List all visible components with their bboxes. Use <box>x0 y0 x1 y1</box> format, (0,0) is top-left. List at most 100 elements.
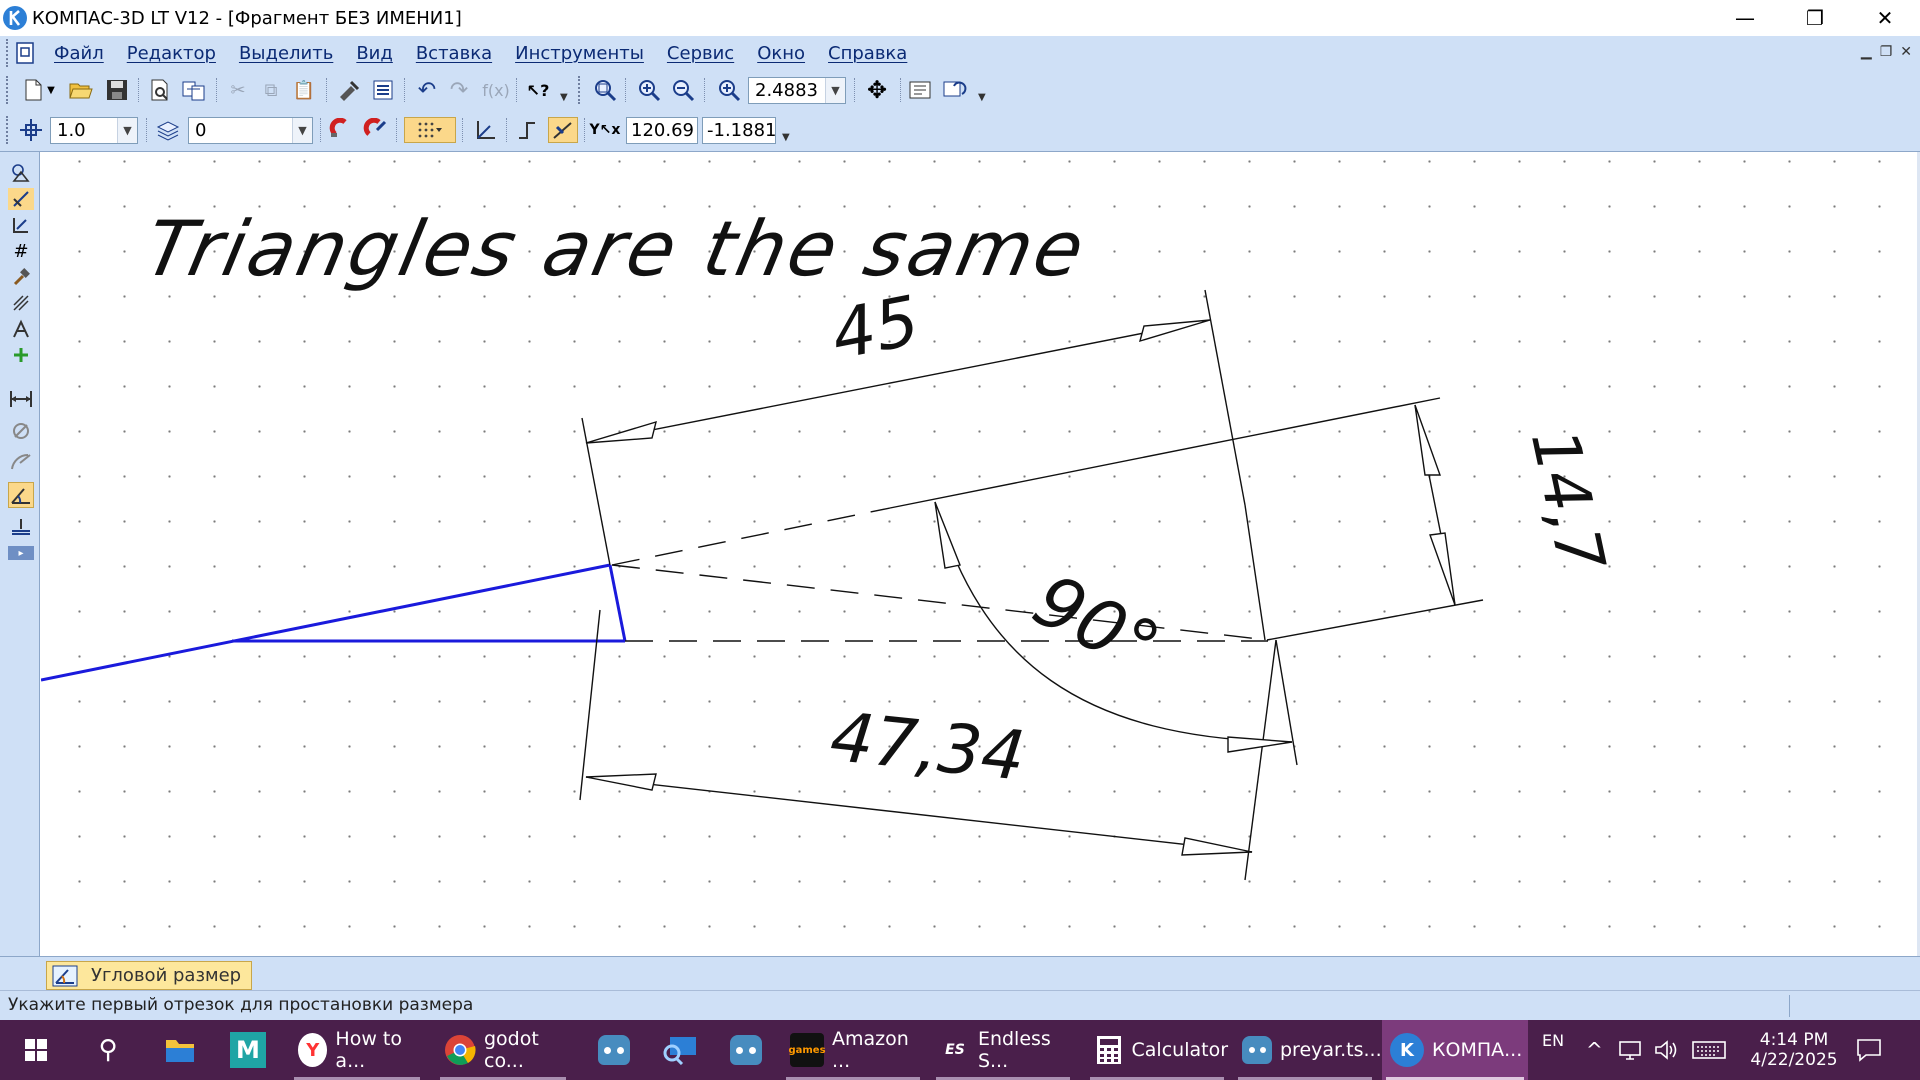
search-icon[interactable]: ⚲ <box>88 1020 128 1080</box>
local-cs-icon[interactable] <box>472 117 498 143</box>
local-snap-icon[interactable] <box>362 117 388 143</box>
linear-dimension-icon[interactable] <box>8 388 34 410</box>
construction-lines <box>41 563 627 682</box>
new-document-icon[interactable] <box>20 77 46 103</box>
taskbar-app-calculator[interactable]: Calculator <box>1086 1020 1228 1080</box>
height-dimension-icon[interactable] <box>8 516 34 538</box>
zoom-scale-icon[interactable] <box>716 77 742 103</box>
maya-icon[interactable]: M <box>226 1020 270 1080</box>
refresh-view-icon[interactable] <box>908 77 934 103</box>
radial-dimension-icon[interactable] <box>8 450 34 472</box>
grid-hash-icon[interactable]: # <box>8 240 34 262</box>
godot-icon[interactable] <box>726 1020 766 1080</box>
menubar-grip[interactable] <box>6 39 10 67</box>
close-button[interactable]: ✕ <box>1850 0 1920 36</box>
taskbar-app-amazon[interactable]: games Amazon ... <box>782 1020 924 1080</box>
minimize-button[interactable]: — <box>1710 0 1780 36</box>
menu-service[interactable]: Сервис <box>667 43 734 64</box>
zoom-out-icon[interactable] <box>670 77 696 103</box>
snap-magnet-icon[interactable] <box>328 117 354 143</box>
taskbar-app-endless-sky[interactable]: ES Endless S... <box>932 1020 1074 1080</box>
network-icon[interactable] <box>1618 1020 1644 1080</box>
menu-insert[interactable]: Вставка <box>416 43 492 64</box>
toolbar-grip[interactable] <box>6 116 10 144</box>
doc-minimize-icon[interactable]: ▁ <box>1861 44 1872 60</box>
taskbar-app-chrome[interactable]: godot co... <box>436 1020 570 1080</box>
document-icon[interactable] <box>14 41 38 65</box>
edit-tools-icon[interactable] <box>8 188 34 210</box>
toolbar-overflow-icon[interactable]: ▼ <box>978 92 986 103</box>
doc-close-icon[interactable]: ✕ <box>1900 44 1912 60</box>
layers-icon[interactable] <box>155 117 181 143</box>
diameter-dimension-icon[interactable] <box>8 420 34 442</box>
geometry-icon[interactable] <box>8 162 34 184</box>
paste-icon[interactable]: 📋 <box>291 77 317 103</box>
menu-window[interactable]: Окно <box>757 43 805 64</box>
grid-toggle-button[interactable] <box>404 117 456 143</box>
menu-select[interactable]: Выделить <box>239 43 333 64</box>
godot-icon[interactable] <box>594 1020 634 1080</box>
step-combo[interactable]: 1.0 ▼ <box>50 117 138 144</box>
measure-icon[interactable] <box>8 292 34 314</box>
copy-properties-icon[interactable] <box>336 77 362 103</box>
language-indicator[interactable]: EN <box>1542 1010 1564 1070</box>
zoom-combo[interactable]: 2.4883 ▼ <box>748 77 846 104</box>
toolbar-overflow-icon[interactable]: ▼ <box>560 92 568 103</box>
file-explorer-icon[interactable] <box>160 1020 200 1080</box>
hammer-icon[interactable] <box>8 266 34 288</box>
active-tab[interactable]: Угловой размер <box>46 961 252 990</box>
parametric-mode-button[interactable] <box>548 117 578 143</box>
redraw-icon[interactable] <box>942 77 968 103</box>
ortho-mode-icon[interactable] <box>514 117 540 143</box>
keyboard-icon[interactable] <box>1692 1020 1726 1080</box>
redo-icon[interactable]: ↷ <box>446 77 472 103</box>
dimension-plus-icon[interactable] <box>8 344 34 366</box>
undo-icon[interactable]: ↶ <box>414 77 440 103</box>
chevron-up-icon[interactable]: ^ <box>1586 1020 1603 1080</box>
save-icon[interactable] <box>104 77 130 103</box>
doc-restore-icon[interactable]: ❐ <box>1880 44 1893 60</box>
document-manager-icon[interactable] <box>181 77 207 103</box>
drawing-svg[interactable]: Triangles are the same 45 14,7 90° 47,34 <box>41 152 1920 956</box>
panel-expand-icon[interactable]: ▸ <box>8 546 34 560</box>
new-dropdown-icon[interactable]: ▼ <box>44 77 58 103</box>
remote-desktop-icon[interactable] <box>660 1020 700 1080</box>
layer-combo[interactable]: 0 ▼ <box>188 117 313 144</box>
coord-x-field[interactable]: 120.69 <box>626 117 698 144</box>
taskbar-app-godot[interactable]: preyar.ts... <box>1234 1020 1382 1080</box>
print-preview-icon[interactable] <box>147 77 173 103</box>
volume-icon[interactable] <box>1654 1020 1680 1080</box>
chevron-down-icon[interactable]: ▼ <box>825 78 845 103</box>
toolbar-overflow-icon[interactable]: ▼ <box>782 132 790 143</box>
chevron-down-icon[interactable]: ▼ <box>117 118 137 143</box>
help-pointer-icon[interactable]: ↖? <box>525 77 551 103</box>
pan-icon[interactable]: ✥ <box>864 76 890 104</box>
zoom-window-icon[interactable] <box>592 77 618 103</box>
taskbar-app-yandex[interactable]: Y How to a... <box>290 1020 424 1080</box>
angular-dimension-icon[interactable] <box>8 482 34 508</box>
clock[interactable]: 4:14 PM 4/22/2025 <box>1744 1020 1844 1080</box>
notification-icon[interactable] <box>1856 1020 1882 1080</box>
function-icon[interactable]: f(x) <box>480 77 512 103</box>
menu-view[interactable]: Вид <box>356 43 393 64</box>
menu-help[interactable]: Справка <box>828 43 907 64</box>
toolbar-grip[interactable] <box>578 76 582 104</box>
cursor-step-icon[interactable] <box>18 117 44 143</box>
start-button[interactable] <box>16 1020 56 1080</box>
open-folder-icon[interactable] <box>68 77 94 103</box>
drawing-canvas[interactable]: Triangles are the same 45 14,7 90° 47,34 <box>41 152 1920 956</box>
menu-tools[interactable]: Инструменты <box>515 43 644 64</box>
taskbar-app-kompas[interactable]: K КОМПА... <box>1382 1020 1528 1080</box>
menu-file[interactable]: Файл <box>54 43 104 64</box>
properties-icon[interactable] <box>370 77 396 103</box>
coord-y-field[interactable]: -1.1881 <box>702 117 776 144</box>
restore-button[interactable]: ❐ <box>1780 0 1850 36</box>
cut-icon[interactable]: ✂ <box>225 77 251 103</box>
copy-icon[interactable]: ⧉ <box>258 77 284 103</box>
zoom-in-icon[interactable] <box>636 77 662 103</box>
parametrization-icon[interactable] <box>8 214 34 236</box>
toolbar-grip[interactable] <box>6 76 10 104</box>
chevron-down-icon[interactable]: ▼ <box>292 118 312 143</box>
menu-edit[interactable]: Редактор <box>127 43 216 64</box>
designation-icon[interactable] <box>8 318 34 340</box>
